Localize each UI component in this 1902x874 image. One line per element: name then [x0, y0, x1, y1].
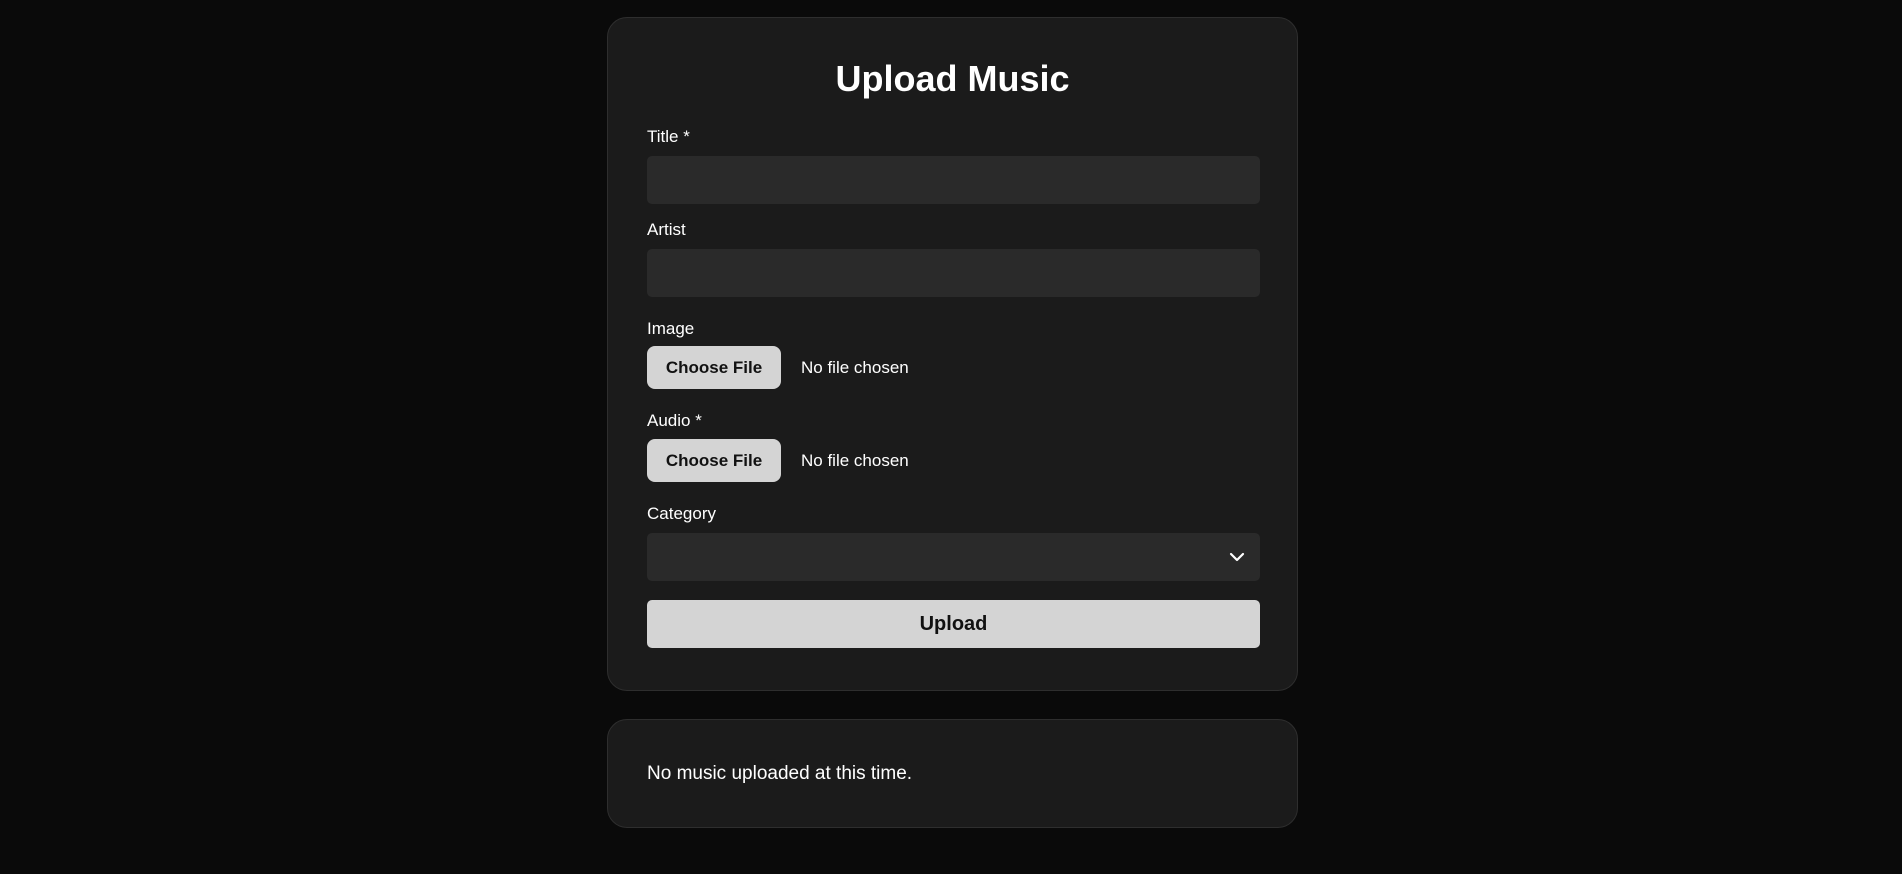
- audio-label: Audio *: [647, 411, 702, 430]
- empty-list-message: No music uploaded at this time.: [647, 762, 913, 784]
- upload-button[interactable]: Upload: [647, 600, 1260, 648]
- audio-file-status: No file chosen: [801, 450, 909, 470]
- category-label: Category: [647, 504, 716, 523]
- title-label: Title *: [647, 127, 690, 146]
- page-title: Upload Music: [835, 58, 1070, 99]
- artist-input[interactable]: [647, 249, 1260, 297]
- music-list-card: No music uploaded at this time.: [607, 719, 1298, 828]
- audio-choose-file-button[interactable]: Choose File: [647, 439, 781, 482]
- image-choose-file-button[interactable]: Choose File: [647, 346, 781, 389]
- image-file-picker: Choose File No file chosen: [647, 346, 1258, 389]
- category-select[interactable]: [647, 533, 1260, 581]
- chevron-down-icon: [1229, 552, 1245, 562]
- audio-file-picker: Choose File No file chosen: [647, 439, 1258, 482]
- artist-label: Artist: [647, 220, 686, 239]
- image-label: Image: [647, 319, 695, 338]
- title-input[interactable]: [647, 156, 1260, 204]
- image-file-status: No file chosen: [801, 357, 909, 377]
- upload-form-card: Upload Music Title * Artist Image Choose…: [607, 17, 1298, 691]
